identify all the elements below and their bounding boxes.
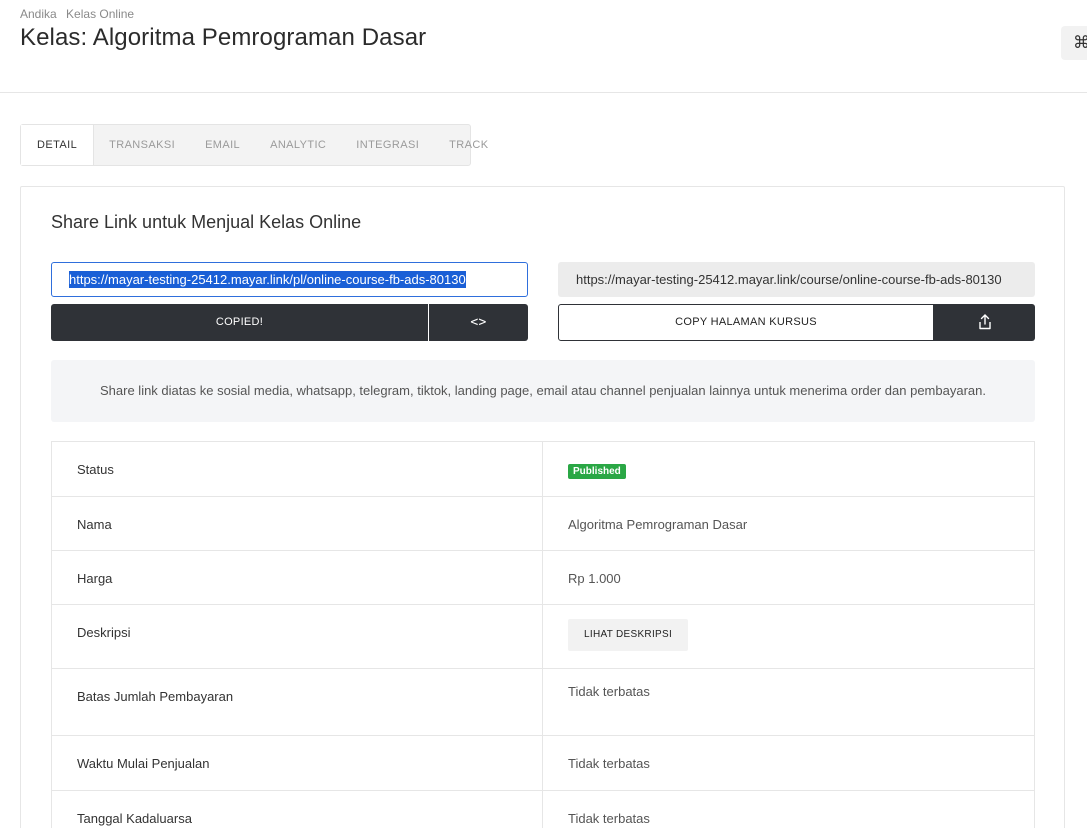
share-info-box: Share link diatas ke sosial media, whats…: [51, 360, 1035, 422]
table-row: Nama Algoritma Pemrograman Dasar: [51, 496, 1035, 551]
tab-analytic[interactable]: ANALYTIC: [255, 125, 341, 165]
tab-bar: DETAIL TRANSAKSI EMAIL ANALYTIC INTEGRAS…: [20, 124, 488, 166]
tab-integrasi[interactable]: INTEGRASI: [341, 125, 434, 165]
table-row: Harga Rp 1.000: [51, 550, 1035, 605]
waktu-value: Tidak terbatas: [542, 735, 1035, 791]
tab-transaksi[interactable]: TRANSAKSI: [94, 125, 190, 165]
lihat-deskripsi-button[interactable]: LIHAT DESKRIPSI: [568, 619, 689, 651]
deskripsi-cell: LIHAT DESKRIPSI: [542, 604, 1035, 669]
share-title: Share Link untuk Menjual Kelas Online: [51, 212, 362, 232]
payment-link-text: https://mayar-testing-25412.mayar.link/p…: [69, 271, 466, 288]
tab-track[interactable]: TRACK: [434, 125, 503, 165]
table-row: Waktu Mulai Penjualan Tidak terbatas: [51, 735, 1035, 791]
nama-value: Algoritma Pemrograman Dasar: [542, 496, 1035, 551]
detail-card: Share Link untuk Menjual Kelas Online ht…: [20, 186, 1065, 828]
course-link-input[interactable]: https://mayar-testing-25412.mayar.link/c…: [558, 262, 1035, 297]
copied-button[interactable]: COPIED!: [51, 304, 428, 341]
status-cell: Published: [542, 441, 1035, 497]
tab-detail[interactable]: DETAIL: [21, 125, 95, 165]
breadcrumb: Andika Kelas Online: [20, 7, 140, 21]
table-row: Batas Jumlah Pembayaran Tidak terbatas: [51, 668, 1035, 736]
code-icon: <>: [470, 315, 487, 330]
table-row: Deskripsi LIHAT DESKRIPSI: [51, 604, 1035, 669]
nama-label: Nama: [51, 496, 543, 551]
detail-table: Status Published Nama Algoritma Pemrogra…: [51, 441, 1035, 828]
status-label: Status: [51, 441, 543, 497]
harga-label: Harga: [51, 550, 543, 605]
table-row: Tanggal Kadaluarsa Tidak terbatas: [51, 790, 1035, 828]
breadcrumb-item-kelas-online[interactable]: Kelas Online: [66, 7, 134, 21]
deskripsi-label: Deskripsi: [51, 604, 543, 669]
tab-email[interactable]: EMAIL: [190, 125, 255, 165]
table-row: Status Published: [51, 441, 1035, 497]
waktu-label: Waktu Mulai Penjualan: [51, 735, 543, 791]
breadcrumb-item-andika[interactable]: Andika: [20, 7, 57, 21]
page-title: Kelas: Algoritma Pemrograman Dasar: [20, 24, 427, 51]
batas-value: Tidak terbatas: [542, 668, 1035, 736]
payment-link-input[interactable]: https://mayar-testing-25412.mayar.link/p…: [51, 262, 528, 297]
harga-value: Rp 1.000: [542, 550, 1035, 605]
tanggal-label: Tanggal Kadaluarsa: [51, 790, 543, 828]
status-badge: Published: [568, 464, 626, 479]
command-icon[interactable]: ⌘: [1061, 26, 1087, 60]
share-button[interactable]: [934, 304, 1035, 341]
copy-course-page-button[interactable]: COPY HALAMAN KURSUS: [558, 304, 934, 341]
embed-code-button[interactable]: <>: [429, 304, 528, 341]
page-header: Andika Kelas Online Kelas: Algoritma Pem…: [0, 0, 1087, 93]
batas-label: Batas Jumlah Pembayaran: [51, 668, 543, 736]
tanggal-value: Tidak terbatas: [542, 790, 1035, 828]
share-icon: [978, 314, 991, 330]
